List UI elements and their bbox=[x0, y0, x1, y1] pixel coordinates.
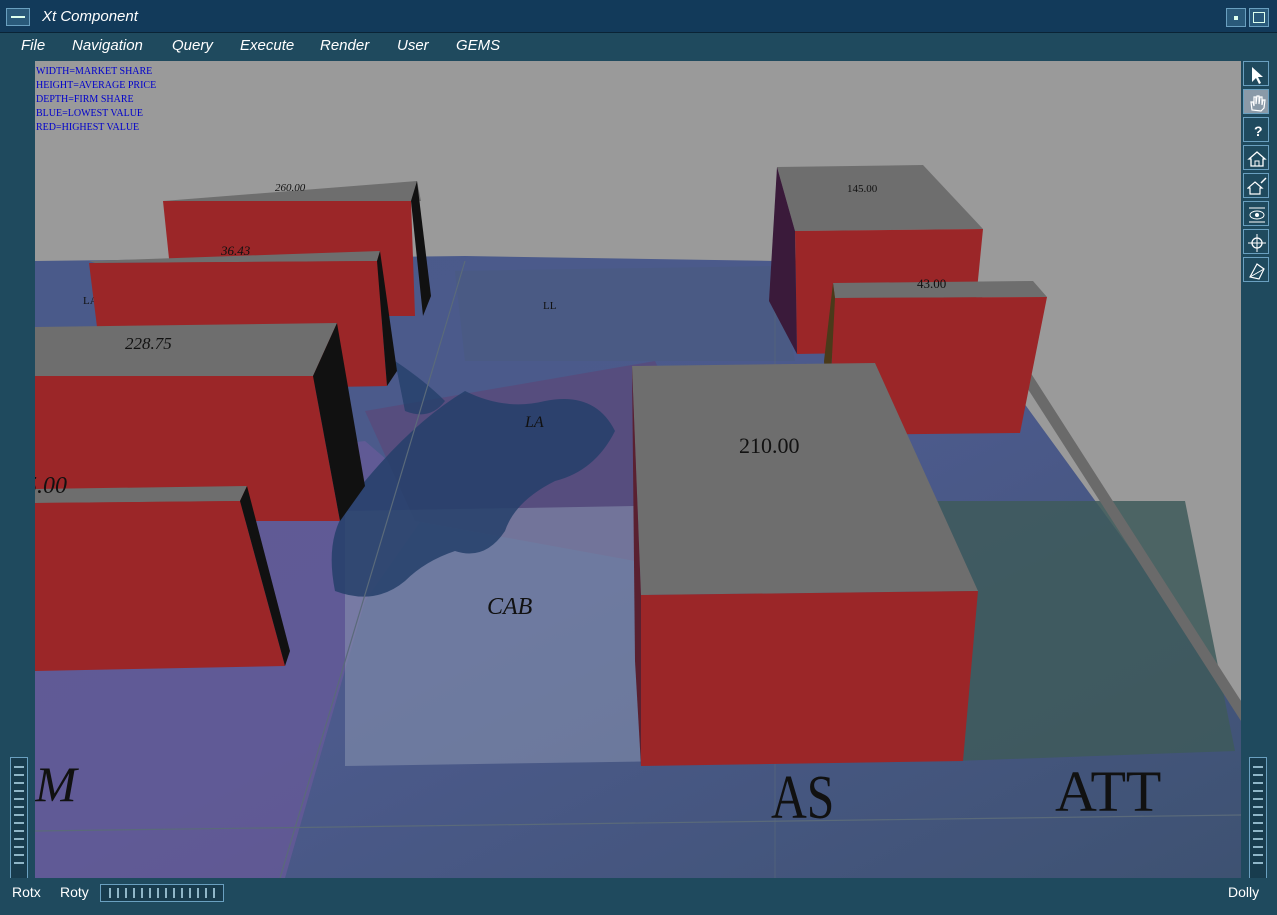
bar-label-145: 145.00 bbox=[847, 183, 878, 195]
menu-query[interactable]: Query bbox=[172, 37, 213, 54]
roty-label: Roty bbox=[60, 884, 89, 900]
region-label-as: AS bbox=[771, 764, 834, 832]
region-label-m: M bbox=[35, 756, 79, 812]
legend-blue: BLUE=LOWEST VALUE bbox=[36, 108, 144, 119]
maximize-button[interactable] bbox=[1249, 8, 1269, 27]
roty-thumbwheel[interactable] bbox=[100, 884, 224, 902]
view-all-icon[interactable] bbox=[1243, 201, 1269, 226]
menu-bar: File Navigation Query Execute Render Use… bbox=[0, 33, 1277, 59]
bar-label-36-43: 36.43 bbox=[220, 243, 251, 258]
menu-navigation[interactable]: Navigation bbox=[72, 37, 143, 54]
menu-execute[interactable]: Execute bbox=[240, 37, 294, 54]
window-menu-button[interactable] bbox=[6, 8, 30, 26]
bar-label-260: 260.00 bbox=[275, 182, 306, 194]
legend-width: WIDTH=MARKET SHARE bbox=[36, 66, 153, 77]
menu-render[interactable]: Render bbox=[320, 37, 369, 54]
menu-gems[interactable]: GEMS bbox=[456, 37, 500, 54]
region-label-la: LA bbox=[524, 414, 544, 431]
bar-label-43: 43.00 bbox=[917, 276, 946, 291]
rotx-thumbwheel[interactable] bbox=[10, 757, 28, 879]
select-arrow-icon[interactable] bbox=[1243, 61, 1269, 86]
3d-viewport[interactable]: LA LL LA CAB AS ATT M 260.00 36.43 228.7… bbox=[35, 61, 1241, 878]
title-bar: Xt Component bbox=[0, 0, 1277, 33]
dolly-thumbwheel[interactable] bbox=[1249, 757, 1267, 879]
legend-height: HEIGHT=AVERAGE PRICE bbox=[36, 80, 157, 91]
menu-user[interactable]: User bbox=[397, 37, 429, 54]
menu-file[interactable]: File bbox=[21, 37, 45, 54]
help-icon[interactable]: ? bbox=[1243, 117, 1269, 142]
legend-depth: DEPTH=FIRM SHARE bbox=[36, 94, 134, 105]
seek-icon[interactable] bbox=[1243, 229, 1269, 254]
left-panel bbox=[0, 61, 35, 879]
bar-label-5: 5.00 bbox=[35, 473, 67, 499]
region-label-att: ATT bbox=[1055, 759, 1161, 824]
window-title: Xt Component bbox=[42, 8, 138, 25]
region-label-cab: CAB bbox=[487, 594, 533, 620]
bar-label-210: 210.00 bbox=[739, 433, 800, 458]
bottom-bar: Rotx Roty Dolly bbox=[0, 878, 1277, 915]
svg-text:?: ? bbox=[1254, 123, 1263, 139]
legend: WIDTH=MARKET SHARE HEIGHT=AVERAGE PRICE … bbox=[36, 65, 156, 135]
bar-label-228-75: 228.75 bbox=[125, 334, 172, 353]
perspective-icon[interactable] bbox=[1243, 257, 1269, 282]
map-region-ll bbox=[455, 266, 795, 361]
dolly-label: Dolly bbox=[1228, 884, 1260, 900]
scene-canvas: LA LL LA CAB AS ATT M 260.00 36.43 228.7… bbox=[35, 165, 1241, 878]
legend-red: RED=HIGHEST VALUE bbox=[36, 122, 140, 133]
rotx-label: Rotx bbox=[12, 884, 41, 900]
region-label-ll: LL bbox=[543, 300, 557, 312]
hand-view-icon[interactable] bbox=[1243, 89, 1269, 114]
minimize-button[interactable] bbox=[1226, 8, 1246, 27]
home-icon[interactable] bbox=[1243, 145, 1269, 170]
set-home-icon[interactable] bbox=[1243, 173, 1269, 198]
